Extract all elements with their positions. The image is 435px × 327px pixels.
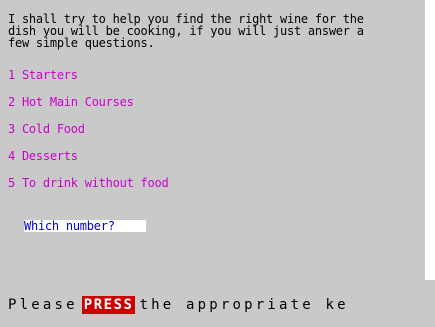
screen-border-strip [425, 0, 435, 280]
footer-text-after: the appropriate ke [139, 297, 349, 313]
number-prompt-input[interactable]: Which number? [24, 220, 146, 232]
menu-item-drink-without-food[interactable]: 5 To drink without food [8, 177, 169, 189]
press-badge: PRESS [81, 296, 136, 314]
footer-instruction: Please PRESS the appropriate ke [8, 296, 435, 314]
emulator-screen: I shall try to help you find the right w… [0, 0, 435, 327]
menu-item-hot-main-courses[interactable]: 2 Hot Main Courses [8, 96, 134, 108]
footer-text-before: Please [8, 297, 78, 313]
menu-item-desserts[interactable]: 4 Desserts [8, 150, 78, 162]
menu-item-cold-food[interactable]: 3 Cold Food [8, 123, 85, 135]
intro-line: few simple questions. [8, 36, 155, 50]
intro-text: I shall try to help you find the right w… [8, 13, 426, 49]
menu-item-starters[interactable]: 1 Starters [8, 69, 78, 81]
